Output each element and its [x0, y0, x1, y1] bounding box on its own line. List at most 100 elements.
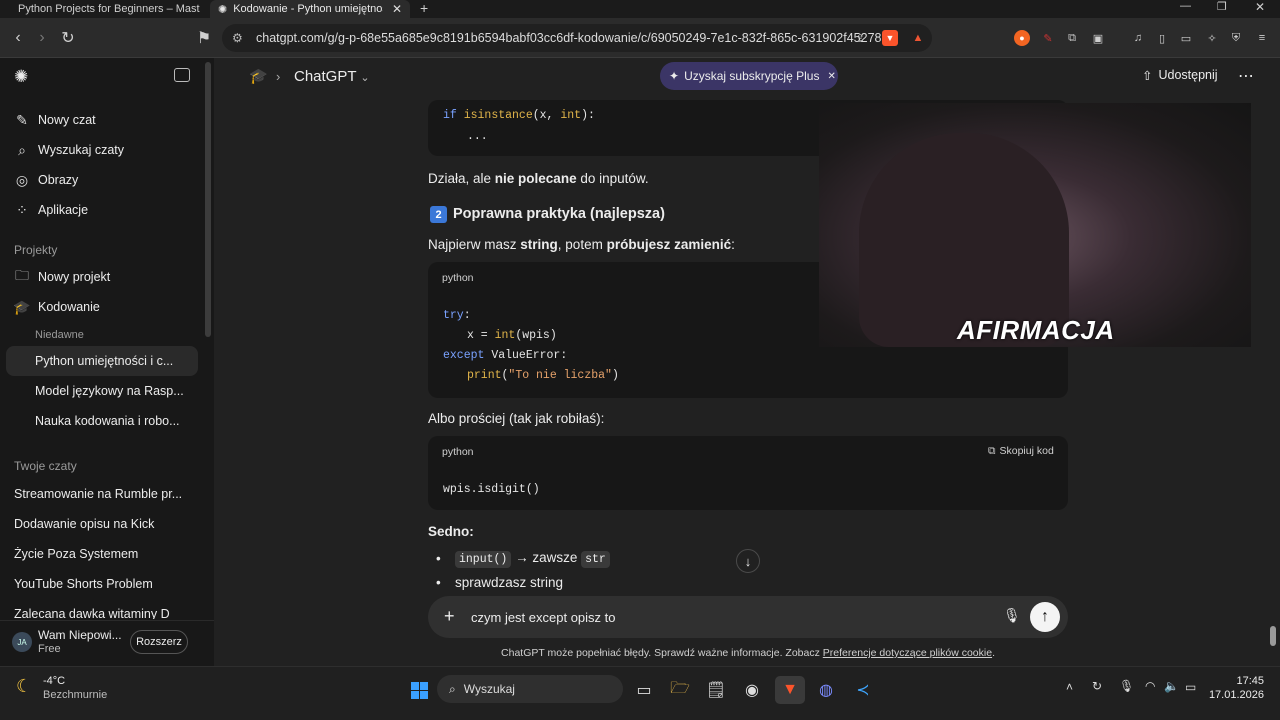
wifi-icon[interactable]: ◠ [1145, 679, 1155, 693]
microphone-tray-icon[interactable]: 🎙 [1119, 679, 1134, 693]
section-heading: Poprawna praktyka (najlepsza) [453, 206, 665, 222]
close-icon[interactable]: ✕ [827, 71, 835, 82]
close-sidebar-icon[interactable] [174, 68, 190, 82]
code-token: if [443, 109, 464, 122]
extensions-icon[interactable]: ⧉ [1064, 30, 1080, 46]
apps-button[interactable]: ⁘ Aplikacje [6, 195, 198, 225]
notepad-icon[interactable]: 🗒 [701, 676, 731, 704]
chat-item[interactable]: Streamowanie na Rumble pr... [14, 487, 200, 501]
main-scrollbar[interactable] [1270, 626, 1276, 646]
screenshot-icon[interactable]: ▣ [1090, 30, 1106, 46]
brave-shields-icon[interactable]: ▼ [882, 30, 898, 46]
code-token: x = [467, 329, 495, 342]
taskbar-search[interactable]: ⌕ Wyszukaj [437, 675, 623, 703]
recent-chat-item[interactable]: Nauka kodowania i robo... [6, 406, 198, 436]
url-bar[interactable]: ⚙ chatgpt.com/g/g-p-68e55a685e9c8191b659… [222, 24, 932, 52]
code-token: int [494, 329, 516, 342]
chat-item[interactable]: Zalecana dawka witaminy D [14, 607, 200, 619]
model-selector[interactable]: ChatGPT ⌄ [294, 68, 370, 85]
new-tab-button[interactable]: + [420, 0, 428, 16]
add-attachment-icon[interactable]: + [444, 606, 455, 627]
copy-code-button[interactable]: ⧉ Skopiuj kod [988, 445, 1054, 458]
code-token: (wpis) [515, 329, 557, 342]
chevron-right-icon: › [276, 69, 281, 84]
cookie-preferences-link[interactable]: Preferencje dotyczące plików cookie [823, 647, 992, 659]
battery-icon[interactable]: ▭ [1185, 680, 1196, 694]
browser-tab-active[interactable]: ✺ Kodowanie - Python umiejętności ✕ [210, 0, 410, 18]
url-text: chatgpt.com/g/g-p-68e55a685e9c8191b6594b… [256, 31, 882, 45]
upgrade-button[interactable]: Rozszerz [130, 630, 188, 654]
webcam-caption: AFIRMACJA [957, 315, 1115, 345]
text: Działa, ale [428, 171, 495, 186]
recent-chat-item[interactable]: Model językowy na Rasp... [6, 376, 198, 406]
bookmark-icon[interactable]: ⚑ [194, 28, 214, 48]
clock-time[interactable]: 17:45 [1218, 675, 1264, 687]
site-settings-icon[interactable]: ⚙ [232, 31, 243, 45]
sidebar-scrollbar[interactable] [205, 62, 211, 337]
file-explorer-icon[interactable]: 🗁 [665, 676, 695, 704]
send-button[interactable]: ↑ [1030, 602, 1060, 632]
search-label: Wyszukaj [463, 682, 515, 696]
project-kodowanie[interactable]: 🎓 Kodowanie [6, 292, 198, 322]
extension-icon[interactable]: ✎ [1040, 30, 1056, 46]
reload-icon[interactable]: ↻ [58, 28, 78, 48]
openai-logo-icon[interactable]: ✺ [14, 67, 28, 87]
wallet-icon[interactable]: ▭ [1178, 30, 1194, 46]
volume-icon[interactable]: 🔈 [1164, 679, 1179, 693]
new-chat-button[interactable]: ✎ Nowy czat [6, 105, 198, 135]
close-window-icon[interactable]: ✕ [1255, 0, 1265, 14]
more-options-icon[interactable]: ⋯ [1238, 66, 1254, 86]
discord-icon[interactable]: ◍ [811, 676, 841, 704]
chat-item[interactable]: Dodawanie opisu na Kick [14, 517, 200, 531]
chat-item[interactable]: Życie Poza Systemem [14, 547, 200, 561]
task-view-icon[interactable]: ▭ [629, 676, 659, 704]
code-token: ValueError: [491, 349, 568, 362]
back-icon[interactable]: ‹ [8, 28, 28, 48]
share-page-icon[interactable]: ⇪ [852, 30, 868, 46]
code-token: print [467, 369, 502, 382]
minimize-icon[interactable]: — [1180, 0, 1191, 12]
extension-icon[interactable]: ● [1014, 30, 1030, 46]
project-icon[interactable]: 🎓 [249, 67, 268, 85]
moon-weather-icon[interactable]: ☾ [16, 676, 32, 697]
obs-icon[interactable]: ◉ [737, 676, 767, 704]
maximize-icon[interactable]: ❐ [1217, 0, 1227, 13]
vpn-icon[interactable]: ⛨ [1228, 30, 1244, 46]
clock-date[interactable]: 17.01.2026 [1204, 689, 1264, 701]
weather-temp[interactable]: -4°C [43, 675, 65, 687]
menu-icon[interactable]: ≡ [1254, 30, 1270, 46]
windows-start-icon[interactable] [404, 676, 434, 704]
code-line: print("To nie liczba") [467, 369, 619, 382]
paragraph: Najpierw masz string, potem próbujesz za… [428, 237, 735, 252]
sync-icon[interactable]: ↻ [1092, 679, 1102, 693]
avatar: JA [12, 632, 32, 652]
images-button[interactable]: ◎ Obrazy [6, 165, 198, 195]
scroll-down-button[interactable]: ↓ [736, 549, 760, 573]
folder-plus-icon: 🗀 [15, 267, 29, 283]
new-project-button[interactable]: 🗀 Nowy projekt [6, 262, 198, 292]
promo-text: Uzyskaj subskrypcję Plus [684, 69, 820, 83]
weather-desc[interactable]: Bezchmurnie [43, 689, 107, 701]
recent-chat-item[interactable]: Python umiejętności i c... [6, 346, 198, 376]
share-button[interactable]: ⇧ Udostępnij [1142, 68, 1218, 83]
paragraph: Działa, ale nie polecane do inputów. [428, 171, 649, 186]
close-tab-icon[interactable]: ✕ [392, 2, 402, 16]
chevron-up-icon[interactable]: ˄ [1066, 680, 1073, 694]
forward-icon[interactable]: › [32, 28, 52, 48]
bold-text: nie polecane [494, 171, 577, 186]
search-chats-button[interactable]: ⌕ Wyszukaj czaty [6, 135, 198, 165]
sidebar-toggle-icon[interactable]: ▯ [1154, 30, 1170, 46]
browser-tab[interactable]: Python Projects for Beginners – Mast [4, 0, 204, 18]
leo-ai-icon[interactable]: ✧ [1204, 30, 1220, 46]
vscode-icon[interactable]: ≺ [848, 676, 878, 704]
code-token: ): [581, 109, 595, 122]
text: : [731, 237, 735, 252]
upgrade-plus-banner[interactable]: ✦ Uzyskaj subskrypcję Plus ✕ [660, 62, 838, 90]
chat-item[interactable]: YouTube Shorts Problem [14, 577, 200, 591]
message-input[interactable]: czym jest except opisz to [471, 610, 619, 625]
code-line: except ValueError: [443, 349, 567, 362]
brave-browser-icon[interactable]: ▼ [775, 676, 805, 704]
media-icon[interactable]: ♫ [1130, 30, 1146, 46]
microphone-icon[interactable]: 🎙 [1003, 607, 1021, 624]
brave-rewards-icon[interactable]: ▲ [910, 30, 926, 46]
